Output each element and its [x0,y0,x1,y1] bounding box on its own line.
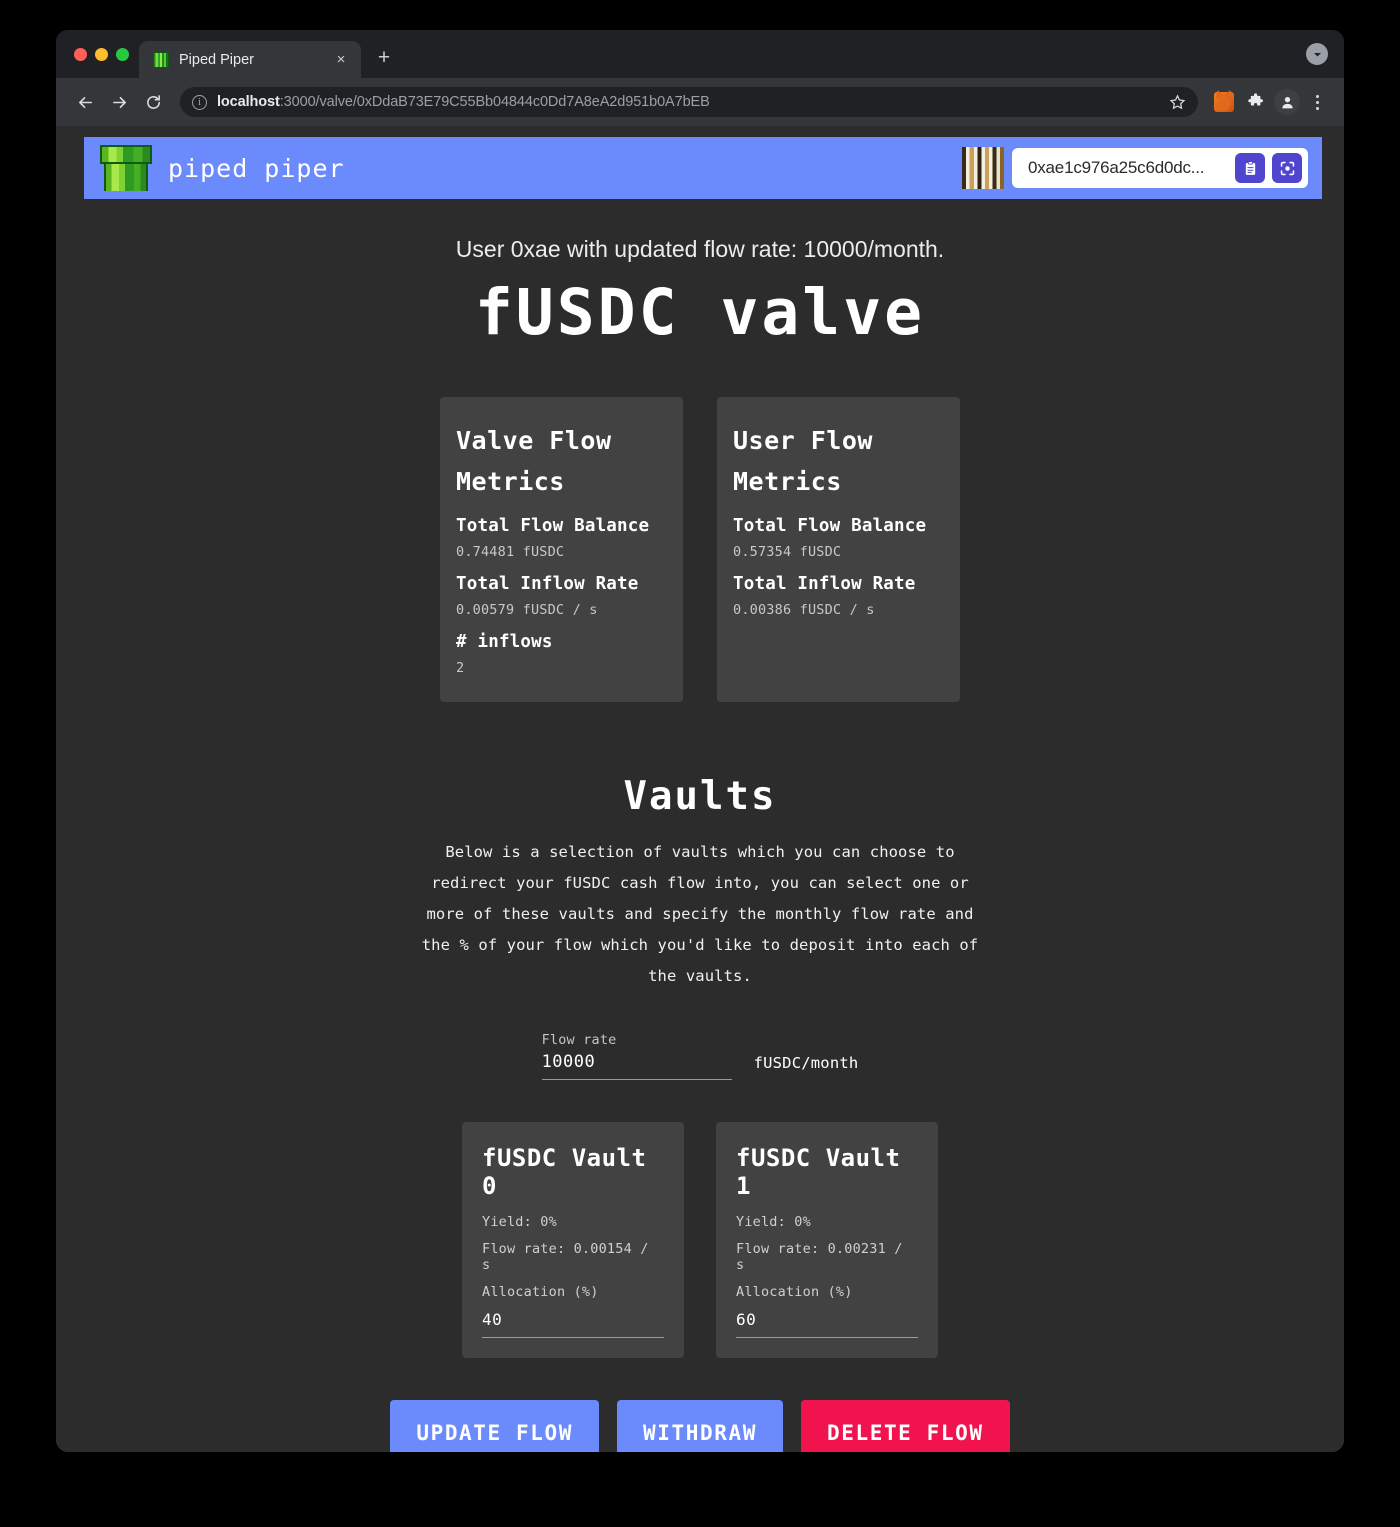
forward-arrow-icon[interactable] [104,87,134,117]
window-traffic-lights [70,30,139,78]
vaults-description: Below is a selection of vaults which you… [421,843,979,986]
tab-strip-right [1306,30,1344,78]
vault-allocation-input[interactable] [736,1304,918,1339]
minimize-window-button[interactable] [95,47,108,61]
metric-value: 0.00386 fUSDC / s [733,602,875,619]
app-header: piped piper 0xae1c976a25c6d0dc... [84,137,1322,199]
metric-label: # inflows [456,632,553,653]
vault-card[interactable]: fUSDC Vault 1 Yield: 0% Flow rate: 0.002… [716,1122,938,1359]
browser-tab[interactable]: Piped Piper × [139,41,361,78]
metric-label: Total Inflow Rate [733,574,916,595]
extensions-puzzle-icon[interactable] [1242,88,1270,116]
user-flow-metrics-card: User Flow Metrics Total Flow Balance 0.5… [717,397,960,703]
metric-value: 0.57354 fUSDC [733,544,842,561]
url-host: localhost [217,94,280,110]
page-title: fUSDC valve [474,276,926,349]
wallet-address-pill[interactable]: 0xae1c976a25c6d0dc... [1012,148,1308,188]
vault-cards-row: fUSDC Vault 0 Yield: 0% Flow rate: 0.001… [56,1122,1344,1359]
metric-value: 0.00579 fUSDC / s [456,602,598,619]
flow-rate-row: Flow rate fUSDC/month [56,1032,1344,1081]
green-pipe-icon [100,145,152,191]
identicon-avatar [962,147,1004,189]
flow-rate-unit: fUSDC/month [753,1054,859,1073]
page-content: piped piper 0xae1c976a25c6d0dc... User 0… [56,126,1344,1452]
url-path: :3000/valve/0xDdaB73E79C55Bb04844c0Dd7A8… [279,94,710,110]
clipboard-icon[interactable] [1235,153,1265,183]
vaults-heading: Vaults [623,774,777,820]
reload-icon[interactable] [138,87,168,117]
flow-rate-label: Flow rate [541,1032,617,1049]
bookmark-star-icon[interactable] [1169,93,1186,111]
status-message: User 0xae with updated flow rate: 10000/… [455,236,945,262]
brand-name: piped piper [168,153,345,183]
close-icon[interactable]: × [331,50,351,70]
wallet-area: 0xae1c976a25c6d0dc... [962,147,1308,189]
wallet-address-text: 0xae1c976a25c6d0dc... [1028,158,1205,177]
metric-label: Total Flow Balance [456,516,650,537]
site-info-icon[interactable]: i [192,94,207,110]
new-tab-button[interactable]: + [370,45,398,73]
update-flow-button[interactable]: UPDATE FLOW [390,1400,600,1452]
flow-rate-input[interactable] [541,1048,732,1081]
close-window-button[interactable] [74,47,87,61]
browser-toolbar: i localhost:3000/valve/0xDdaB73E79C55Bb0… [56,78,1344,126]
pipe-favicon-icon [153,51,169,68]
tab-title: Piped Piper [179,51,254,68]
metric-value: 2 [456,660,465,677]
vault-yield: Yield: 0% [482,1214,557,1231]
vault-card[interactable]: fUSDC Vault 0 Yield: 0% Flow rate: 0.001… [462,1122,684,1359]
metric-label: Total Inflow Rate [456,574,639,595]
browser-window: Piped Piper × + i localhost:3000/valve/0… [56,30,1344,1452]
action-buttons-row: UPDATE FLOW WITHDRAW DELETE FLOW [56,1400,1344,1452]
maximize-window-button[interactable] [116,47,129,61]
vault-allocation-label: Allocation (%) [736,1284,853,1301]
url-text: localhost:3000/valve/0xDdaB73E79C55Bb048… [217,94,710,110]
metric-label: Total Flow Balance [733,516,927,537]
back-arrow-icon[interactable] [70,87,100,117]
vault-name: fUSDC Vault 1 [736,1144,901,1201]
valve-flow-metrics-card: Valve Flow Metrics Total Flow Balance 0.… [440,397,683,703]
address-bar[interactable]: i localhost:3000/valve/0xDdaB73E79C55Bb0… [180,87,1198,117]
vault-allocation-input[interactable] [482,1304,664,1339]
metric-value: 0.74481 fUSDC [456,544,565,561]
vault-flow-rate: Flow rate: 0.00231 / s [736,1241,903,1274]
chevron-down-icon[interactable] [1306,43,1328,65]
browser-tab-strip: Piped Piper × + [56,30,1344,78]
withdraw-button[interactable]: WITHDRAW [617,1400,783,1452]
card-title: Valve Flow Metrics [456,426,612,496]
kebab-menu-icon[interactable] [1304,89,1330,115]
qr-scan-icon[interactable] [1272,153,1302,183]
vault-flow-rate: Flow rate: 0.00154 / s [482,1241,649,1274]
vault-allocation-label: Allocation (%) [482,1284,599,1301]
metrics-row: Valve Flow Metrics Total Flow Balance 0.… [56,397,1344,703]
card-title: User Flow Metrics [733,426,873,496]
profile-avatar-icon[interactable] [1274,89,1300,115]
vault-yield: Yield: 0% [736,1214,811,1231]
vault-name: fUSDC Vault 0 [482,1144,647,1201]
metamask-fox-icon[interactable] [1210,88,1238,116]
flow-rate-group: Flow rate [541,1032,732,1081]
delete-flow-button[interactable]: DELETE FLOW [800,1400,1010,1452]
